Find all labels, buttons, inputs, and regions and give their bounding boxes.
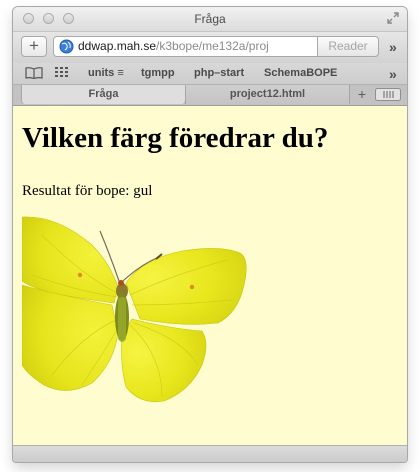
grid-icon[interactable] [55,67,71,79]
folder-menu-icon: ≡ [117,67,124,79]
title-bar: Fråga [13,7,407,32]
web-page-content: Vilken färg föredrar du? Resultat för bo… [13,106,407,446]
address-bar[interactable]: ddwap.mah.se/k3bope/me132a/proj ↻ [53,36,337,57]
book-icon[interactable] [25,67,43,79]
bookmark-units[interactable]: units ≡ [88,67,124,79]
butterfly-image [22,216,247,402]
tab-project12[interactable]: project12.html [185,85,350,104]
tab-fraga[interactable]: Fråga [21,85,186,104]
globe-icon [59,39,74,54]
bookmark-tgmpp[interactable]: tgmpp [141,67,175,79]
tab-bar: Fråga project12.html + [13,84,407,106]
toolbar: + ddwap.mah.se/k3bope/me132a/proj ↻ Read… [13,32,407,63]
tab-overview-icon[interactable] [375,88,401,101]
bookmark-schemabope[interactable]: SchemaBOPE [264,67,337,79]
bookmarks-bar: units ≡ tgmpp php–start SchemaBOPE » [13,63,407,84]
reader-button[interactable]: Reader [317,36,379,57]
add-tab-icon[interactable]: + [351,85,373,104]
url-domain: ddwap.mah.se [78,39,157,53]
bookmark-label: units [88,67,115,79]
toolbar-overflow-icon[interactable]: » [389,39,397,55]
page-heading: Vilken färg föredrar du? [22,122,329,154]
bookmarks-overflow-icon[interactable]: » [389,66,397,82]
fullscreen-icon[interactable] [386,11,400,25]
browser-window: Fråga + ddwap.mah.se/k3bope/me132a/proj … [13,7,407,462]
window-title: Fråga [194,12,226,26]
url-text[interactable]: ddwap.mah.se/k3bope/me132a/proj [78,39,300,53]
new-tab-button[interactable]: + [21,36,47,57]
bookmark-php-start[interactable]: php–start [194,67,244,79]
result-text: Resultat för bope: gul [22,183,153,199]
status-bar [13,445,407,462]
url-path: /k3bope/me132a/proj [156,39,269,53]
